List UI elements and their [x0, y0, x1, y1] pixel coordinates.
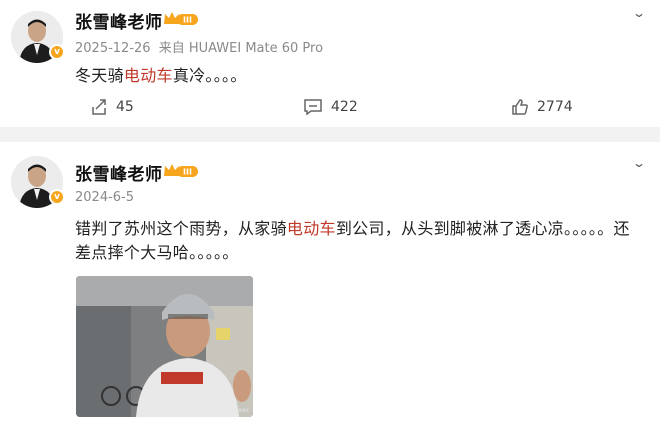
post-meta: 2024-6-5	[75, 190, 134, 205]
vip-crown-icon: III	[164, 164, 198, 177]
comment-button[interactable]: 422	[303, 98, 358, 116]
svg-text:III: III	[183, 16, 192, 25]
chevron-down-icon[interactable]: ⌄	[632, 6, 646, 20]
post-source: 来自 HUAWEI Mate 60 Pro	[158, 41, 324, 56]
post-date[interactable]: 2024-6-5	[75, 190, 134, 205]
svg-text:III: III	[183, 168, 192, 177]
comment-count: 422	[331, 99, 358, 115]
vip-crown-icon: III	[164, 12, 198, 25]
thumbs-up-icon	[512, 99, 528, 115]
like-count: 2774	[537, 99, 573, 115]
post-text-part: 真冷。。。。	[172, 66, 247, 85]
action-bar: 45 422 2774	[0, 92, 660, 124]
repost-icon	[92, 99, 106, 115]
topic-link[interactable]: 电动车	[124, 66, 173, 85]
like-button[interactable]: 2774	[511, 98, 573, 116]
verified-badge-icon: v	[49, 189, 65, 205]
post-text-part: 错判了苏州这个雨势，从家骑	[75, 219, 287, 238]
photo-image	[76, 276, 253, 417]
post-text-part: 冬天骑	[75, 66, 124, 85]
chevron-down-icon[interactable]: ⌄	[632, 156, 646, 170]
weibo-post: v 张雪峰老师 III 2024-6-5 ⌄ 错判了苏州这个雨势，从家骑电动车到…	[0, 142, 660, 427]
username[interactable]: 张雪峰老师	[75, 8, 163, 33]
post-meta: 2025-12-26 来自 HUAWEI Mate 60 Pro	[75, 37, 323, 56]
post-date[interactable]: 2025-12-26	[75, 41, 151, 56]
username[interactable]: 张雪峰老师	[75, 160, 163, 185]
comment-icon	[304, 99, 322, 116]
repost-button[interactable]: 45	[90, 98, 134, 116]
weibo-post: v 张雪峰老师 III 2025-12-26 来自 HUAWEI Mate 60…	[0, 0, 660, 127]
post-text-line: 错判了苏州这个雨势，从家骑电动车到公司，从头到脚被淋了透心凉。。。。。还	[75, 217, 650, 241]
photo-watermark: 抖音号：xxxx	[210, 407, 249, 414]
verified-badge-icon: v	[49, 44, 65, 60]
topic-link[interactable]: 电动车	[287, 219, 336, 238]
post-text-part: 到公司，从头到脚被淋了透心凉。。。。。还	[335, 219, 630, 238]
post-photo[interactable]: 抖音号：xxxx	[76, 276, 253, 417]
post-text: 错判了苏州这个雨势，从家骑电动车到公司，从头到脚被淋了透心凉。。。。。还 差点摔…	[75, 217, 650, 265]
repost-count: 45	[116, 99, 134, 115]
post-text: 冬天骑电动车真冷。。。。	[75, 64, 247, 88]
post-text-line: 差点摔个大马哈。。。。。	[75, 243, 239, 262]
